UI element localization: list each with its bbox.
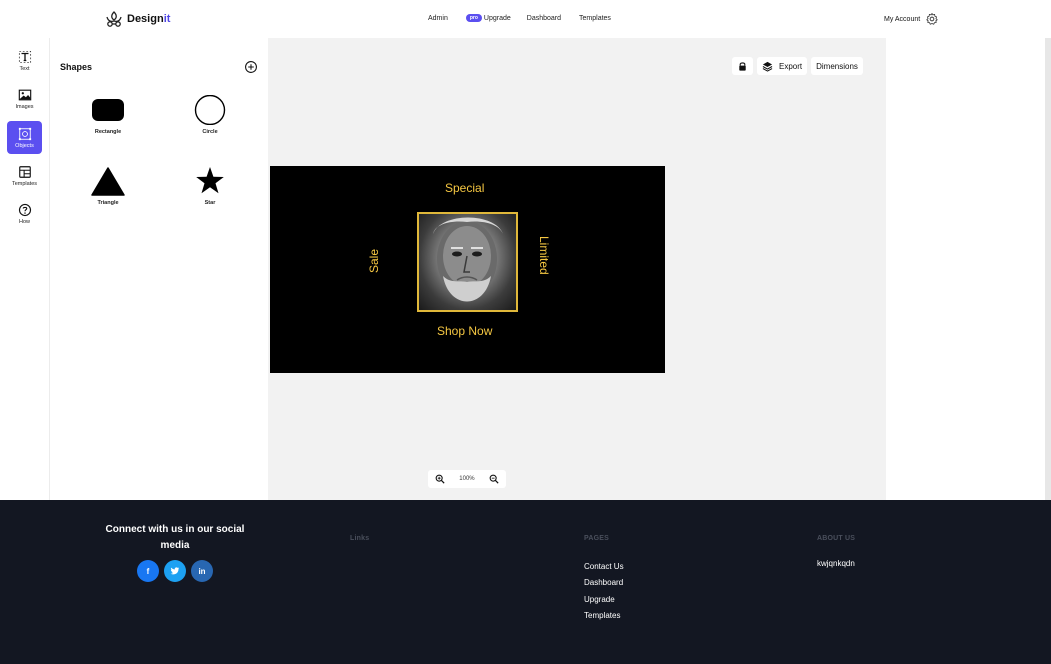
zoom-out-icon[interactable] (489, 474, 499, 484)
shapes-panel: Shapes Rectangle Circle Triangle Star (50, 38, 268, 500)
logo-icon (106, 11, 122, 27)
shape-label-circle: Circle (202, 129, 218, 135)
rectangle-shape-icon (92, 99, 124, 121)
vertical-scrollbar[interactable] (1045, 38, 1051, 500)
my-account-button[interactable]: My Account (884, 12, 939, 26)
layers-icon (762, 61, 773, 72)
logo-text-accent: it (163, 13, 171, 25)
circle-shape-icon (194, 95, 226, 125)
canvas-text-limited[interactable]: Limited (537, 236, 551, 275)
nav-templates[interactable]: Templates (579, 15, 611, 22)
account-label: My Account (884, 15, 921, 23)
nav-upgrade-label: Upgrade (483, 14, 511, 22)
rail-label-templates: Templates (11, 180, 38, 187)
footer-link-templates[interactable]: Templates (584, 611, 620, 620)
rail-objects[interactable]: Objects (7, 121, 42, 154)
facebook-button[interactable]: f (137, 560, 159, 582)
links-heading: Links (350, 535, 370, 542)
shape-star[interactable]: Star (180, 166, 240, 206)
canvas-text-special[interactable]: Special (445, 181, 484, 195)
twitter-icon (170, 567, 180, 575)
lock-button[interactable] (732, 57, 753, 75)
footer-link-upgrade[interactable]: Upgrade (584, 595, 615, 604)
rail-label-how: How (18, 218, 30, 225)
social-title: Connect with us in our social media (105, 524, 245, 551)
nav-upgrade[interactable]: pro Upgrade (465, 14, 511, 22)
canvas-portrait-image[interactable] (417, 212, 518, 312)
rail-how[interactable]: How (7, 197, 42, 230)
linkedin-icon: in (198, 566, 206, 576)
nav-admin[interactable]: Admin (428, 15, 448, 22)
image-icon (18, 89, 31, 100)
shape-label-rectangle: Rectangle (94, 129, 122, 135)
footer-link-dashboard[interactable]: Dashboard (584, 578, 623, 587)
triangle-shape-icon (91, 167, 125, 196)
text-icon (18, 50, 31, 63)
logo[interactable]: Designit (104, 9, 170, 29)
shape-label-star: Star (204, 200, 216, 206)
zoom-in-icon[interactable] (435, 474, 445, 484)
export-label: Export (779, 61, 803, 71)
main-nav: Admin pro Upgrade Dashboard Templates (428, 14, 629, 22)
shape-label-triangle: Triangle (97, 200, 119, 206)
help-icon (18, 203, 31, 216)
canvas-text-sale[interactable]: Sale (367, 249, 381, 273)
right-blank-area (886, 38, 1051, 500)
templates-icon (18, 165, 31, 178)
linkedin-button[interactable]: in (191, 560, 213, 582)
footer-link-contact[interactable]: Contact Us (584, 562, 624, 571)
logo-text: Designit (127, 13, 170, 25)
zoom-controls: 100% (428, 470, 506, 488)
rail-label-objects: Objects (15, 142, 34, 149)
star-shape-icon (196, 167, 224, 194)
editor-workspace[interactable]: Export Dimensions Special Sale Limited S… (268, 38, 886, 500)
about-heading: ABOUT US (817, 535, 856, 542)
add-circle-icon[interactable] (244, 60, 258, 74)
lock-icon (739, 61, 746, 71)
panel-title: Shapes (60, 62, 93, 72)
pages-heading: PAGES (584, 535, 609, 542)
dimensions-label: Dimensions (816, 61, 858, 71)
logo-text-main: Design (127, 13, 164, 25)
rail-text[interactable]: Text (7, 44, 42, 77)
facebook-icon: f (146, 566, 150, 576)
design-canvas[interactable]: Special Sale Limited Shop Now (270, 166, 665, 373)
gear-icon (926, 13, 938, 25)
footer: Connect with us in our social media f in… (0, 500, 1051, 664)
rail-images[interactable]: Images (7, 82, 42, 115)
rail-templates[interactable]: Templates (7, 159, 42, 192)
tool-rail: Text Images Objects Templates How (0, 38, 50, 500)
shape-rectangle[interactable]: Rectangle (78, 95, 138, 135)
pro-badge: pro (465, 14, 482, 22)
nav-dashboard[interactable]: Dashboard (527, 15, 561, 22)
shape-circle[interactable]: Circle (180, 95, 240, 135)
export-button[interactable]: Export (757, 57, 808, 75)
portrait-image (433, 217, 503, 302)
twitter-button[interactable] (164, 560, 186, 582)
dimensions-button[interactable]: Dimensions (811, 57, 863, 75)
canvas-toolbar: Export Dimensions (732, 57, 863, 75)
social-links: f in (137, 560, 213, 582)
top-header: Designit Admin pro Upgrade Dashboard Tem… (0, 0, 1051, 38)
shape-triangle[interactable]: Triangle (78, 166, 138, 206)
zoom-level: 100% (459, 476, 475, 482)
objects-icon (18, 127, 31, 140)
rail-label-images: Images (15, 103, 34, 110)
about-text: kwjqnkqdn (817, 559, 855, 568)
rail-label-text: Text (19, 65, 30, 72)
canvas-text-shop-now[interactable]: Shop Now (437, 324, 492, 338)
